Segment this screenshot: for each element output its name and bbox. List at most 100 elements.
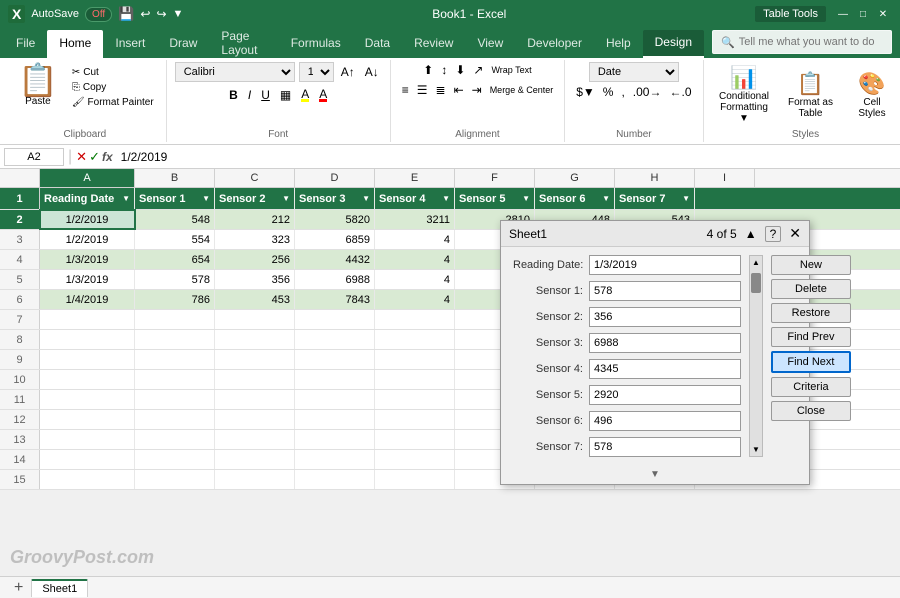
- cell-styles-button[interactable]: 🎨 Cell Styles: [845, 68, 900, 122]
- cell-data[interactable]: [40, 330, 135, 349]
- confirm-formula-icon[interactable]: ✓: [89, 149, 100, 165]
- cell-data[interactable]: [40, 450, 135, 469]
- cell-data[interactable]: [135, 470, 215, 489]
- cell-data[interactable]: 453: [215, 290, 295, 309]
- tab-draw[interactable]: Draw: [157, 30, 209, 58]
- cell-data[interactable]: [135, 350, 215, 369]
- delete-record-button[interactable]: Delete: [771, 279, 851, 299]
- cell-data[interactable]: [40, 370, 135, 389]
- col-header-i[interactable]: I: [695, 169, 755, 187]
- cell-data[interactable]: [215, 350, 295, 369]
- decrease-font-button[interactable]: A↓: [362, 64, 382, 80]
- cell-data[interactable]: [40, 430, 135, 449]
- filter-arrow-e1[interactable]: ▼: [442, 194, 450, 203]
- cell-data[interactable]: 356: [215, 270, 295, 289]
- number-format-select[interactable]: Date: [589, 62, 679, 82]
- wrap-text-button[interactable]: Wrap Text: [488, 62, 534, 78]
- cell-data[interactable]: [295, 310, 375, 329]
- cell-g1[interactable]: Sensor 6 ▼: [535, 188, 615, 209]
- format-as-table-button[interactable]: 📋 Format as Table: [781, 68, 841, 122]
- cell-data[interactable]: [40, 390, 135, 409]
- cell-data[interactable]: [295, 430, 375, 449]
- undo-icon[interactable]: ↩: [140, 7, 150, 21]
- cell-data[interactable]: [135, 410, 215, 429]
- sensor7-input[interactable]: [589, 437, 741, 457]
- cell-data[interactable]: [295, 330, 375, 349]
- cell-data[interactable]: [135, 370, 215, 389]
- cell-data[interactable]: 578: [135, 270, 215, 289]
- cell-a1[interactable]: Reading Date ▼: [40, 188, 135, 209]
- italic-button[interactable]: I: [245, 87, 254, 103]
- cell-data[interactable]: [375, 430, 455, 449]
- save-icon[interactable]: 💾: [118, 6, 134, 22]
- cell-c1[interactable]: Sensor 2 ▼: [215, 188, 295, 209]
- bottom-scroll-down-icon[interactable]: ▼: [650, 469, 660, 480]
- cell-data[interactable]: [375, 310, 455, 329]
- cell-data[interactable]: [375, 370, 455, 389]
- font-size-select[interactable]: 11: [299, 62, 334, 82]
- filter-arrow-h1[interactable]: ▼: [682, 194, 690, 203]
- autosave-toggle[interactable]: Off: [85, 7, 112, 22]
- cell-data[interactable]: [135, 330, 215, 349]
- decrease-indent-button[interactable]: ⇤: [451, 82, 467, 98]
- percent-button[interactable]: %: [600, 84, 617, 100]
- cell-data[interactable]: 1/3/2019: [40, 250, 135, 269]
- cell-b1[interactable]: Sensor 1 ▼: [135, 188, 215, 209]
- cell-data[interactable]: [215, 370, 295, 389]
- close-button[interactable]: ✕: [874, 5, 892, 23]
- cell-data[interactable]: [40, 350, 135, 369]
- decrease-decimal-button[interactable]: ←.0: [666, 84, 694, 100]
- align-bottom-button[interactable]: ⬇: [452, 62, 468, 78]
- col-header-h[interactable]: H: [615, 169, 695, 187]
- cell-data[interactable]: [40, 470, 135, 489]
- font-name-select[interactable]: Calibri: [175, 62, 295, 82]
- tab-home[interactable]: Home: [47, 30, 103, 58]
- cell-data[interactable]: 1/2/2019: [40, 210, 135, 229]
- sheet-tab-sheet1[interactable]: Sheet1: [31, 579, 88, 597]
- search-box[interactable]: 🔍: [712, 30, 892, 54]
- reading-date-input[interactable]: [589, 255, 741, 275]
- formula-input[interactable]: [117, 149, 896, 165]
- cell-data[interactable]: [295, 410, 375, 429]
- scroll-up-icon[interactable]: ▲: [750, 256, 762, 269]
- align-left-button[interactable]: ≡: [399, 82, 412, 98]
- col-header-a[interactable]: A: [40, 169, 135, 187]
- comma-button[interactable]: ,: [618, 84, 627, 100]
- filter-arrow-c1[interactable]: ▼: [282, 194, 290, 203]
- new-record-button[interactable]: New: [771, 255, 851, 275]
- cell-data[interactable]: [40, 310, 135, 329]
- cell-data[interactable]: [375, 330, 455, 349]
- criteria-button[interactable]: Criteria: [771, 377, 851, 397]
- col-header-e[interactable]: E: [375, 169, 455, 187]
- sensor6-input[interactable]: [589, 411, 741, 431]
- format-painter-button[interactable]: 🖌 Format Painter: [68, 96, 158, 109]
- cell-data[interactable]: [295, 470, 375, 489]
- cell-data[interactable]: 212: [215, 210, 295, 229]
- increase-decimal-button[interactable]: .00→: [630, 84, 665, 100]
- tab-data[interactable]: Data: [353, 30, 402, 58]
- tab-formulas[interactable]: Formulas: [279, 30, 353, 58]
- bold-button[interactable]: B: [226, 87, 241, 103]
- redo-icon[interactable]: ↪: [156, 7, 166, 21]
- cell-data[interactable]: [215, 450, 295, 469]
- filter-arrow-a1[interactable]: ▼: [122, 194, 130, 203]
- minimize-button[interactable]: —: [834, 5, 852, 23]
- filter-arrow-d1[interactable]: ▼: [362, 194, 370, 203]
- increase-indent-button[interactable]: ⇥: [469, 82, 485, 98]
- cell-data[interactable]: [215, 330, 295, 349]
- fill-color-button[interactable]: A: [298, 86, 312, 103]
- cell-data[interactable]: 786: [135, 290, 215, 309]
- search-input[interactable]: [739, 36, 883, 48]
- tab-insert[interactable]: Insert: [103, 30, 157, 58]
- filter-arrow-g1[interactable]: ▼: [602, 194, 610, 203]
- col-header-d[interactable]: D: [295, 169, 375, 187]
- sensor3-input[interactable]: [589, 333, 741, 353]
- cell-data[interactable]: [215, 470, 295, 489]
- scroll-down-icon[interactable]: ▼: [750, 443, 762, 456]
- dialog-close-button[interactable]: ✕: [789, 225, 801, 242]
- col-header-b[interactable]: B: [135, 169, 215, 187]
- tab-page-layout[interactable]: Page Layout: [209, 30, 278, 58]
- tab-help[interactable]: Help: [594, 30, 643, 58]
- restore-record-button[interactable]: Restore: [771, 303, 851, 323]
- cell-data[interactable]: [375, 450, 455, 469]
